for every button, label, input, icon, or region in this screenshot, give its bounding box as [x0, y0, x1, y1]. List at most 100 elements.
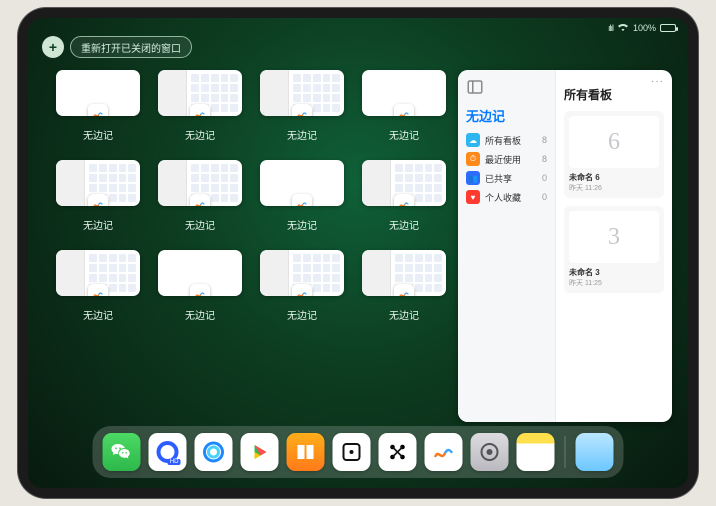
freeform-app-icon — [292, 104, 312, 116]
freeform-main-window[interactable]: 无边记 ☁ 所有看板 8 ⏱ 最近使用 8 👥 已共享 0 ♥ 个人收藏 0 ··· 所有看板 6 未命… — [458, 70, 672, 422]
sidebar-toggle-icon[interactable] — [466, 78, 484, 96]
dock-app-books[interactable] — [287, 433, 325, 471]
window-thumb[interactable]: 无边记 — [260, 160, 344, 232]
window-thumb[interactable]: 无边记 — [56, 250, 140, 322]
freeform-sidebar: 无边记 ☁ 所有看板 8 ⏱ 最近使用 8 👥 已共享 0 ♥ 个人收藏 0 — [458, 70, 556, 422]
board-card[interactable]: 3 未命名 3昨天 11:25 — [564, 206, 664, 293]
battery-icon — [660, 24, 676, 32]
window-label: 无边记 — [389, 217, 419, 232]
window-label: 无边记 — [389, 307, 419, 322]
freeform-main-pane: ··· 所有看板 6 未命名 6昨天 11:26 3 未命名 3昨天 11:25 — [556, 70, 672, 422]
main-pane-title: 所有看板 — [564, 86, 664, 103]
freeform-app-icon — [88, 104, 108, 116]
window-preview[interactable] — [260, 250, 344, 296]
window-preview[interactable] — [158, 250, 242, 296]
window-preview[interactable] — [158, 160, 242, 206]
category-count: 0 — [542, 192, 547, 202]
window-grid: 无边记无边记无边记无边记无边记无边记无边记无边记无边记无边记无边记无边记 — [56, 70, 446, 422]
sidebar-title: 无边记 — [466, 106, 547, 125]
sidebar-category-item[interactable]: ♥ 个人收藏 0 — [466, 190, 547, 204]
dock-separator — [565, 436, 566, 468]
dock-app-wechat[interactable] — [103, 433, 141, 471]
freeform-app-icon — [394, 284, 414, 296]
reopen-closed-window-button[interactable]: 重新打开已关闭的窗口 — [70, 36, 192, 58]
ipad-screen: ılıl 100% + 重新打开已关闭的窗口 无边记无边记无边记无边记无边记无边… — [28, 18, 688, 488]
clock-icon: ⏱ — [466, 152, 480, 166]
dock-app-settings[interactable] — [471, 433, 509, 471]
dock-app-iqiyi[interactable] — [241, 433, 279, 471]
window-label: 无边记 — [287, 217, 317, 232]
category-label: 所有看板 — [485, 134, 521, 147]
wifi-icon — [617, 22, 629, 34]
more-options-button[interactable]: ··· — [651, 76, 664, 87]
sidebar-category-item[interactable]: ⏱ 最近使用 8 — [466, 152, 547, 166]
board-date: 昨天 11:25 — [569, 278, 659, 288]
window-thumb[interactable]: 无边记 — [362, 250, 446, 322]
window-thumb[interactable]: 无边记 — [362, 160, 446, 232]
window-thumb[interactable]: 无边记 — [158, 160, 242, 232]
window-label: 无边记 — [185, 127, 215, 142]
dock-app-connect[interactable] — [379, 433, 417, 471]
board-thumbnail: 3 — [569, 211, 659, 263]
freeform-app-icon — [88, 284, 108, 296]
sidebar-category-item[interactable]: ☁ 所有看板 8 — [466, 133, 547, 147]
window-preview[interactable] — [362, 250, 446, 296]
freeform-app-icon — [394, 104, 414, 116]
dock-app-youku-hd[interactable] — [149, 433, 187, 471]
category-count: 8 — [542, 154, 547, 164]
category-label: 已共享 — [485, 172, 512, 185]
stage-manager-area: 无边记无边记无边记无边记无边记无边记无边记无边记无边记无边记无边记无边记 无边记… — [56, 70, 672, 422]
window-preview[interactable] — [260, 160, 344, 206]
freeform-app-icon — [394, 194, 414, 206]
window-thumb[interactable]: 无边记 — [56, 70, 140, 142]
dock-app-random[interactable] — [333, 433, 371, 471]
board-name: 未命名 6 — [569, 172, 659, 183]
category-count: 0 — [542, 173, 547, 183]
add-window-button[interactable]: + — [42, 36, 64, 58]
freeform-app-icon — [190, 194, 210, 206]
dock-app-qqbrowser[interactable] — [195, 433, 233, 471]
window-preview[interactable] — [56, 250, 140, 296]
category-label: 最近使用 — [485, 153, 521, 166]
share-icon: 👥 — [466, 171, 480, 185]
heart-icon: ♥ — [466, 190, 480, 204]
top-controls: + 重新打开已关闭的窗口 — [42, 36, 192, 58]
cloud-icon: ☁ — [466, 133, 480, 147]
board-name: 未命名 3 — [569, 267, 659, 278]
board-date: 昨天 11:26 — [569, 183, 659, 193]
sidebar-category-item[interactable]: 👥 已共享 0 — [466, 171, 547, 185]
freeform-app-icon — [292, 284, 312, 296]
window-label: 无边记 — [287, 307, 317, 322]
window-preview[interactable] — [56, 70, 140, 116]
window-thumb[interactable]: 无边记 — [260, 70, 344, 142]
battery-pct: 100% — [633, 23, 656, 33]
window-preview[interactable] — [362, 70, 446, 116]
window-preview[interactable] — [362, 160, 446, 206]
signal-icon: ılıl — [608, 23, 613, 33]
dock-app-notes[interactable] — [517, 433, 555, 471]
ipad-frame: ılıl 100% + 重新打开已关闭的窗口 无边记无边记无边记无边记无边记无边… — [18, 8, 698, 498]
window-thumb[interactable]: 无边记 — [158, 70, 242, 142]
window-label: 无边记 — [185, 307, 215, 322]
board-card[interactable]: 6 未命名 6昨天 11:26 — [564, 111, 664, 198]
window-thumb[interactable]: 无边记 — [362, 70, 446, 142]
window-label: 无边记 — [83, 217, 113, 232]
category-label: 个人收藏 — [485, 191, 521, 204]
dock-app-freeform[interactable] — [425, 433, 463, 471]
dock — [93, 426, 624, 478]
window-preview[interactable] — [158, 70, 242, 116]
board-thumbnail: 6 — [569, 116, 659, 168]
window-thumb[interactable]: 无边记 — [56, 160, 140, 232]
dock-recent-apps-folder[interactable] — [576, 433, 614, 471]
window-preview[interactable] — [56, 160, 140, 206]
freeform-app-icon — [292, 194, 312, 206]
window-thumb[interactable]: 无边记 — [158, 250, 242, 322]
window-label: 无边记 — [83, 307, 113, 322]
category-count: 8 — [542, 135, 547, 145]
freeform-app-icon — [190, 104, 210, 116]
window-preview[interactable] — [260, 70, 344, 116]
window-label: 无边记 — [185, 217, 215, 232]
window-thumb[interactable]: 无边记 — [260, 250, 344, 322]
freeform-app-icon — [88, 194, 108, 206]
window-label: 无边记 — [389, 127, 419, 142]
